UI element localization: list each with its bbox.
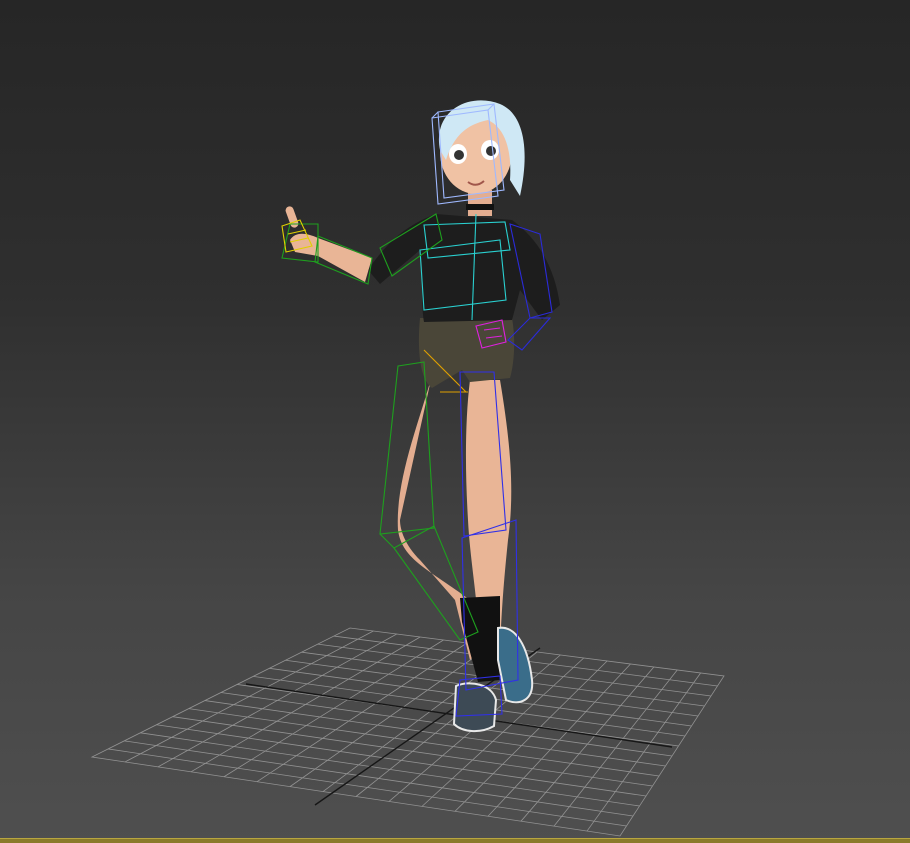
biped-rig[interactable]: [281, 103, 553, 717]
right-pupil: [486, 146, 496, 156]
right-shoe: [497, 626, 534, 704]
left-thumb: [285, 206, 299, 228]
left-shoe: [452, 682, 498, 732]
viewport-canvas[interactable]: [0, 0, 910, 843]
choker: [466, 204, 494, 210]
ground-grid: [90, 627, 725, 837]
left-pupil: [454, 150, 464, 160]
3d-viewport[interactable]: [0, 0, 910, 843]
status-bar: [0, 838, 910, 843]
shirt: [368, 214, 560, 322]
grid-line: [586, 672, 701, 832]
character-model[interactable]: [284, 100, 560, 732]
